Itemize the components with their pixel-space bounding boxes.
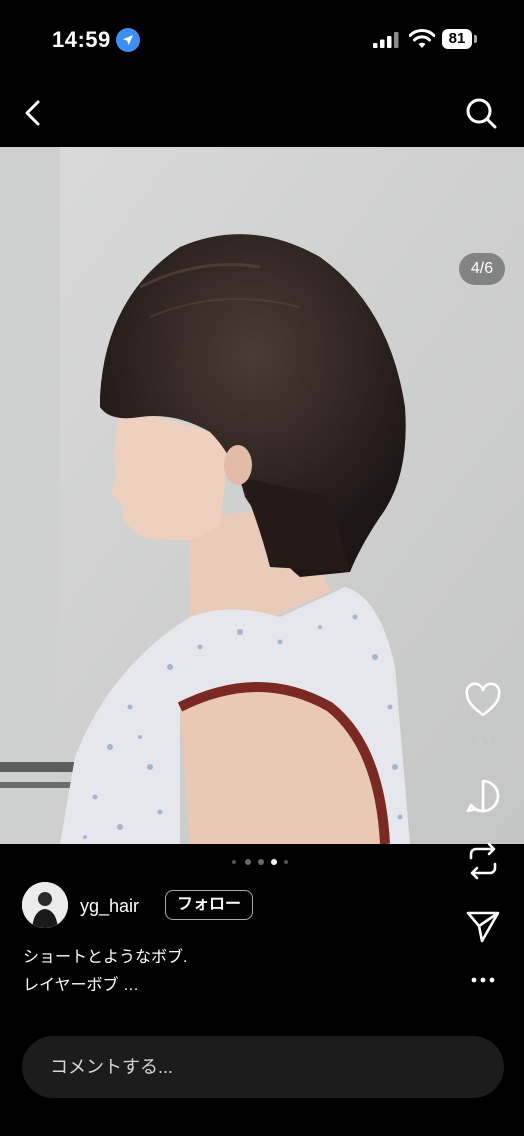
send-icon [466,911,500,943]
repost-button[interactable] [460,842,506,880]
more-icon [471,977,495,983]
avatar-image [22,882,68,928]
carousel-dot [232,860,236,864]
username[interactable]: yg_hair [80,896,139,917]
carousel-dot [258,859,264,865]
heart-icon [465,682,501,717]
more-options-button[interactable] [460,972,506,988]
follow-button[interactable]: フォロー [165,890,253,920]
post-photo[interactable] [0,147,524,844]
hairstyle-photo-illustration [0,147,524,844]
carousel-dots [232,858,296,866]
chevron-left-icon[interactable] [18,96,48,130]
battery-indicator: 81 [442,29,472,49]
comment-button[interactable] [460,778,506,814]
comment-bar: コメントする... [0,1024,524,1136]
cellular-signal-icon [373,32,399,48]
share-button[interactable] [460,908,506,944]
comment-input[interactable]: コメントする... [22,1036,504,1098]
repost-icon [469,842,497,880]
battery-nub [474,35,477,43]
caption-line-1: ショートとようなボブ. [23,949,188,966]
search-icon[interactable] [463,95,499,131]
status-time: 14:59 [52,27,111,52]
carousel-dot [284,860,288,864]
post-caption[interactable]: ショートとようなボブ. レイヤーボブ … [23,944,187,1000]
like-button[interactable] [460,682,506,718]
status-bar: 14:59 81 [0,0,524,80]
battery-level: 81 [448,30,466,47]
location-arrow-icon [116,28,140,52]
top-navigation [0,90,524,140]
wifi-icon [409,29,435,48]
comment-icon [466,779,500,813]
post-author: yg_hair フォロー [22,882,282,930]
avatar[interactable] [22,882,68,928]
carousel-dot [271,859,277,865]
carousel-dot [245,859,251,865]
caption-line-2: レイヤーボブ … [23,977,139,994]
like-count: a ! [475,732,491,748]
page-indicator-badge: 4/6 [459,253,505,285]
